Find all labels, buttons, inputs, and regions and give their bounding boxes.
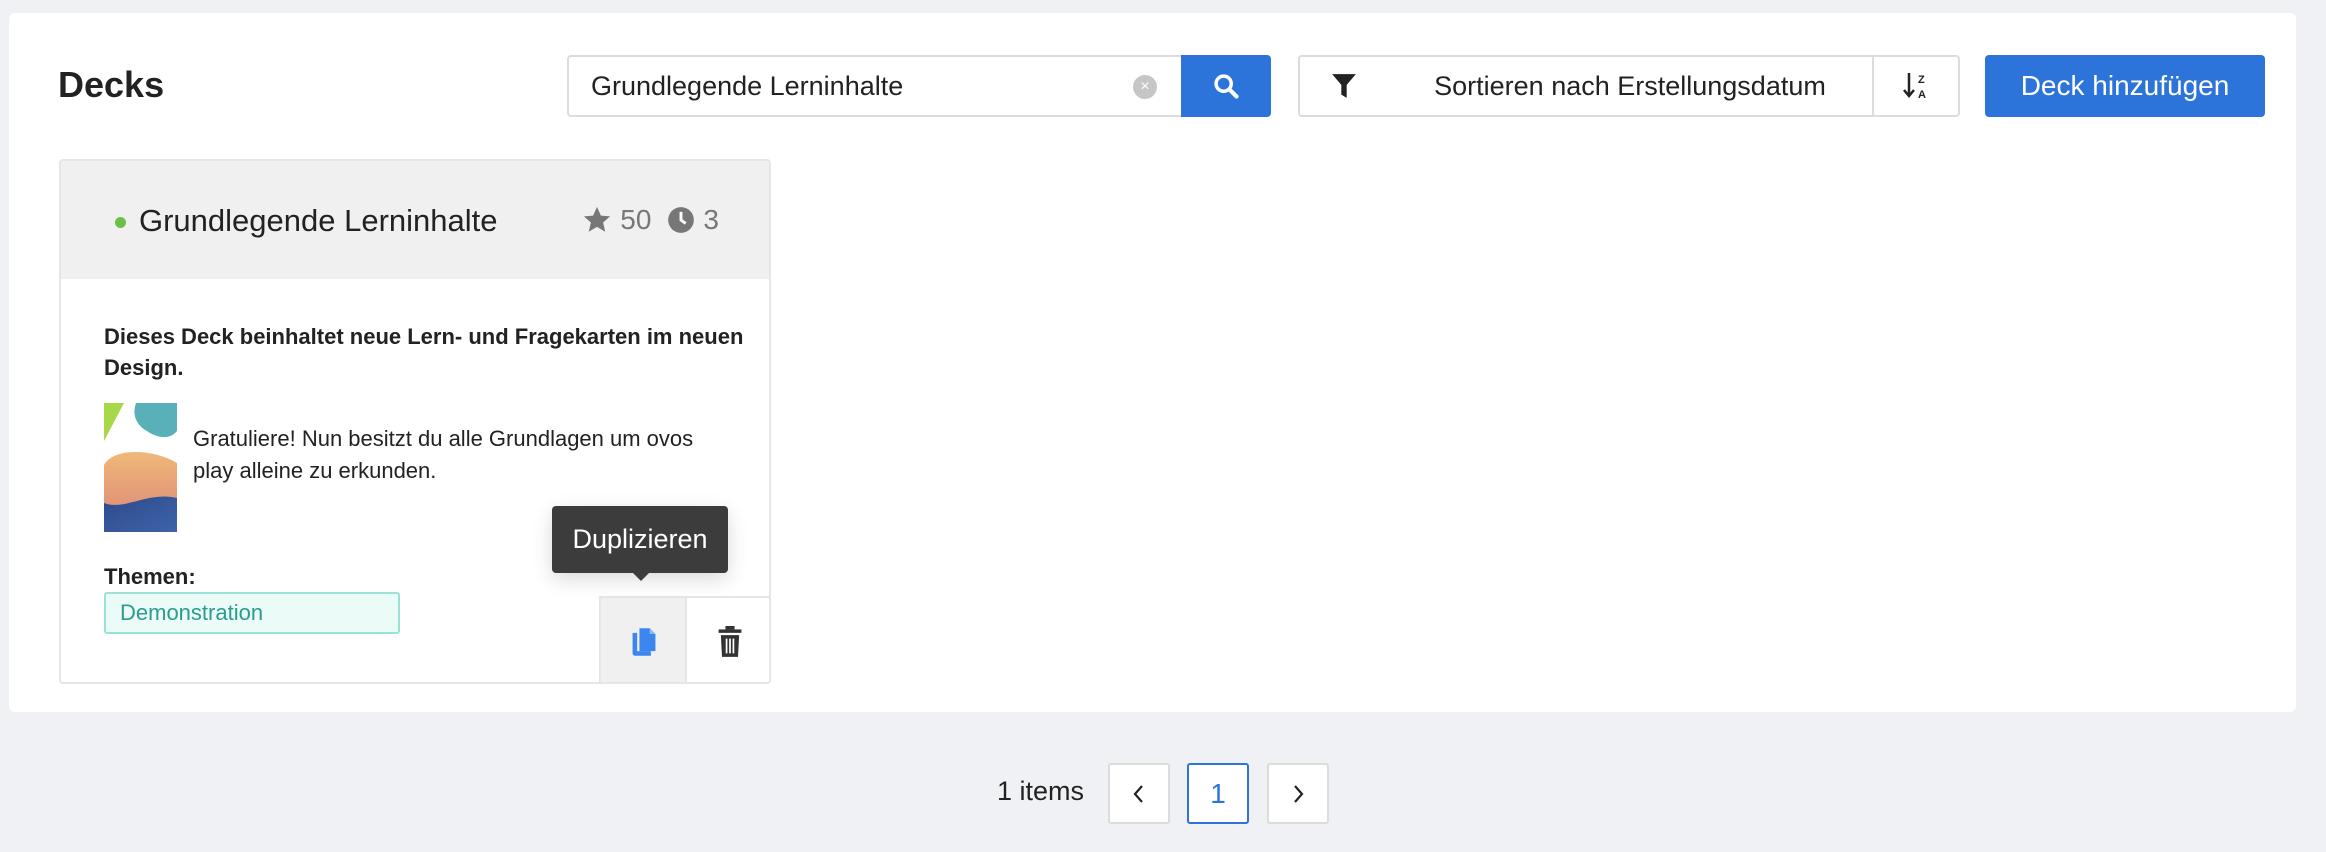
deck-description: Dieses Deck beinhaltet neue Lern- und Fr… [104, 324, 744, 380]
search-icon [1214, 74, 1239, 99]
clock-icon [668, 207, 695, 233]
prev-page-button[interactable] [1108, 763, 1170, 824]
delete-button[interactable] [685, 596, 769, 682]
duplicate-button[interactable] [599, 596, 686, 682]
search-input[interactable] [591, 57, 1111, 115]
duplicate-tooltip: Duplizieren [552, 506, 728, 581]
deck-intro-text: Gratuliere! Nun besitzt du alle Grundlag… [193, 426, 694, 483]
deck-card[interactable]: Grundlegende Lerninhalte 50 3 Dieses Dec… [59, 159, 771, 684]
deck-card-header: Grundlegende Lerninhalte 50 3 [61, 161, 769, 279]
add-deck-button[interactable]: Deck hinzufügen [1985, 55, 2265, 117]
svg-text:A: A [1918, 89, 1926, 101]
funnel-icon [1332, 74, 1356, 98]
clear-icon[interactable]: × [1133, 75, 1157, 99]
page-1-button[interactable]: 1 [1187, 763, 1249, 824]
filter-button[interactable] [1298, 55, 1390, 117]
deck-stats: 50 3 [582, 204, 719, 236]
trash-icon [718, 626, 741, 657]
star-icon [584, 206, 611, 232]
items-count: 1 items [997, 776, 1085, 806]
page-title: Decks [58, 64, 165, 105]
search-field[interactable]: × [567, 55, 1181, 117]
theme-tag[interactable]: Demonstration [104, 592, 400, 634]
sort-select[interactable]: Sortieren nach Erstellungsdatum [1388, 55, 1874, 117]
stars-count: 50 [620, 204, 652, 235]
deck-thumbnail [104, 403, 177, 532]
themes-label: Themen: [104, 564, 196, 589]
deck-title[interactable]: Grundlegende Lerninhalte [139, 203, 498, 239]
next-page-button[interactable] [1267, 763, 1329, 824]
chevron-right-icon [1294, 784, 1304, 803]
chevron-left-icon [1133, 784, 1143, 803]
sort-order-button[interactable]: ZA [1872, 55, 1960, 117]
svg-text:Z: Z [1918, 74, 1925, 86]
copy-icon [632, 628, 655, 656]
search-button[interactable] [1181, 55, 1271, 117]
sort-z-a-icon: ZA [1903, 73, 1926, 101]
pending-count: 3 [703, 204, 719, 235]
status-dot [115, 217, 126, 228]
